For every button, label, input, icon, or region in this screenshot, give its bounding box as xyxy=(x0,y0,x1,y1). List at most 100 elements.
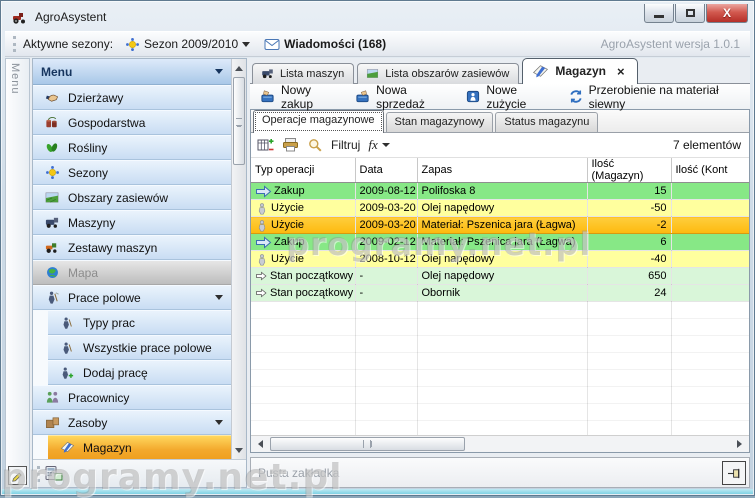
expand-arrow-icon xyxy=(215,420,223,425)
col-ilosc-kont[interactable]: Ilość (Kont xyxy=(671,158,749,183)
columns-icon[interactable] xyxy=(257,137,274,153)
all-field-works-icon xyxy=(58,340,76,356)
scrollbar-thumb[interactable] xyxy=(233,77,245,165)
sidebar-item-zasoby[interactable]: Zasoby xyxy=(33,410,231,435)
plants-icon xyxy=(43,140,61,156)
sidebar-item-label: Sezony xyxy=(68,166,108,180)
sidebar-item-label: Gospodarstwa xyxy=(68,116,145,130)
sidebar-item-label: Magazyn xyxy=(83,441,132,455)
horizontal-scrollbar[interactable] xyxy=(251,435,749,452)
sidebar-item-label: Mapa xyxy=(68,266,98,280)
table-row[interactable]: Użycie 2008-10-12 Olej napędowy -40 xyxy=(251,251,749,268)
seasons-icon xyxy=(43,165,61,181)
sidebar-item-rosliny[interactable]: Rośliny xyxy=(33,135,231,160)
sidebar-item-prace-polowe[interactable]: Prace polowe xyxy=(33,285,231,310)
sidebar-item-sezony[interactable]: Sezony xyxy=(33,160,231,185)
new-sale-button[interactable]: Nowa sprzedaż xyxy=(349,81,456,113)
table-row[interactable]: Stan początkowy - Obornik 24 xyxy=(251,285,749,302)
fx-button[interactable]: fx xyxy=(368,137,389,153)
sidebar-item-dzierzawy[interactable]: Dzierżawy xyxy=(33,85,231,110)
cell-type: Zakup xyxy=(274,236,305,248)
sidebar-item-mapa[interactable]: Mapa xyxy=(33,260,231,285)
scroll-right-icon[interactable] xyxy=(732,437,747,451)
sidebar-item-gospodarstwa[interactable]: Gospodarstwa xyxy=(33,110,231,135)
resources-icon xyxy=(43,415,61,431)
new-usage-button[interactable]: Nowe zużycie xyxy=(460,81,558,113)
sidebar-item-magazyn[interactable]: Magazyn xyxy=(48,435,231,459)
sidebar-item-label: Maszyny xyxy=(68,216,115,230)
tab-magazyn[interactable]: Magazyn × xyxy=(522,58,637,84)
cell-qty-magazyn: 6 xyxy=(587,234,671,251)
empty-row xyxy=(251,319,749,336)
menu-panel: Menu Dzierżawy Gospodarstwa Rośliny xyxy=(33,59,231,459)
farms-icon xyxy=(43,115,61,131)
table-row[interactable]: Stan początkowy - Olej napędowy 650 xyxy=(251,268,749,285)
table-row-selected[interactable]: Użycie 2009-03-20 Materiał: Pszenica jar… xyxy=(251,217,749,234)
tab-lista-obszarow-zasiewow[interactable]: Lista obszarów zasiewów xyxy=(357,63,519,84)
sidebar-item-label: Dodaj pracę xyxy=(83,366,148,380)
col-ilosc-magazyn[interactable]: Ilość (Magazyn) xyxy=(587,158,671,183)
new-sale-icon xyxy=(354,89,371,104)
subtab-operacje-magazynowe[interactable]: Operacje magazynowe xyxy=(253,110,384,133)
scroll-down-icon[interactable] xyxy=(233,443,245,457)
action-label: Nowy zakup xyxy=(281,83,340,111)
table-row[interactable]: Użycie 2009-03-20 Olej napędowy -50 xyxy=(251,200,749,217)
cell-qty-kont xyxy=(671,217,749,234)
sidebar-item-zestawy-maszyn[interactable]: Zestawy maszyn xyxy=(33,235,231,260)
tab-label: Lista obszarów zasiewów xyxy=(385,68,509,80)
pin-button[interactable] xyxy=(722,461,746,485)
scroll-up-icon[interactable] xyxy=(233,61,245,75)
print-icon[interactable] xyxy=(282,137,299,153)
cell-qty-magazyn: 650 xyxy=(587,268,671,285)
menu-header[interactable]: Menu xyxy=(33,59,231,85)
new-purchase-button[interactable]: Nowy zakup xyxy=(254,81,345,113)
initial-state-icon xyxy=(255,287,268,299)
usage-icon xyxy=(255,253,269,266)
tab-close-icon[interactable]: × xyxy=(617,64,625,79)
col-data[interactable]: Data xyxy=(355,158,417,183)
table-row[interactable]: Zakup 2009-08-12 Polifoska 8 15 xyxy=(251,183,749,200)
cell-date: - xyxy=(355,268,417,285)
fx-dropdown-icon xyxy=(382,143,390,147)
action-label: Nowe zużycie xyxy=(486,83,553,111)
subtab-status-magazynu[interactable]: Status magazynu xyxy=(495,112,598,132)
sidebar-item-obszary-zasiewow[interactable]: Obszary zasiewów xyxy=(33,185,231,210)
close-button[interactable]: X xyxy=(706,4,748,23)
table-row[interactable]: Zakup 2009-02-12 Materiał: Pszenica jara… xyxy=(251,234,749,251)
sidebar-item-typy-prac[interactable]: Typy prac xyxy=(48,310,231,335)
maximize-button[interactable] xyxy=(675,4,705,23)
sidebar-item-wszystkie-prace-polowe[interactable]: Wszystkie prace polowe xyxy=(48,335,231,360)
action-label: Nowa sprzedaż xyxy=(376,83,451,111)
filter-label[interactable]: Filtruj xyxy=(331,138,360,152)
sidebar-item-label: Typy prac xyxy=(83,316,135,330)
sidebar-item-pracownicy[interactable]: Pracownicy xyxy=(33,385,231,410)
cell-stock: Materiał: Pszenica jara (Łagwa) xyxy=(417,217,587,234)
minimize-button[interactable] xyxy=(644,4,674,23)
col-zapas[interactable]: Zapas xyxy=(417,158,587,183)
messages-button[interactable]: Wiadomości (168) xyxy=(264,37,386,51)
workers-icon xyxy=(43,390,61,406)
toolbar-grip[interactable] xyxy=(13,36,16,52)
tab-lista-maszyn[interactable]: Lista maszyn xyxy=(252,63,354,84)
sidebar-item-label: Prace polowe xyxy=(68,291,141,305)
cell-qty-kont xyxy=(671,183,749,200)
subtab-stan-magazynowy[interactable]: Stan magazynowy xyxy=(386,112,494,132)
cell-date: 2009-08-12 xyxy=(355,183,417,200)
search-icon[interactable] xyxy=(307,137,323,153)
empty-row xyxy=(251,404,749,421)
col-typ-operacji[interactable]: Typ operacji xyxy=(251,158,355,183)
season-selector[interactable]: Sezon 2009/2010 xyxy=(121,36,254,53)
usage-icon xyxy=(255,202,269,215)
sidebar-item-dodaj-prace[interactable]: Dodaj pracę xyxy=(48,360,231,385)
sidebar: Menu Dzierżawy Gospodarstwa Rośliny xyxy=(32,58,247,488)
pen-tool-button[interactable] xyxy=(8,466,27,485)
cell-date: - xyxy=(355,285,417,302)
tab-label: Magazyn xyxy=(555,64,606,78)
scroll-left-icon[interactable] xyxy=(253,437,268,451)
calculator-icon[interactable] xyxy=(45,465,63,482)
menu-scrollbar[interactable] xyxy=(231,59,246,459)
seed-processing-button[interactable]: Przerobienie na materiał siewny xyxy=(563,81,750,113)
pin-icon xyxy=(727,467,742,480)
sidebar-item-maszyny[interactable]: Maszyny xyxy=(33,210,231,235)
scrollbar-thumb[interactable] xyxy=(270,437,465,451)
